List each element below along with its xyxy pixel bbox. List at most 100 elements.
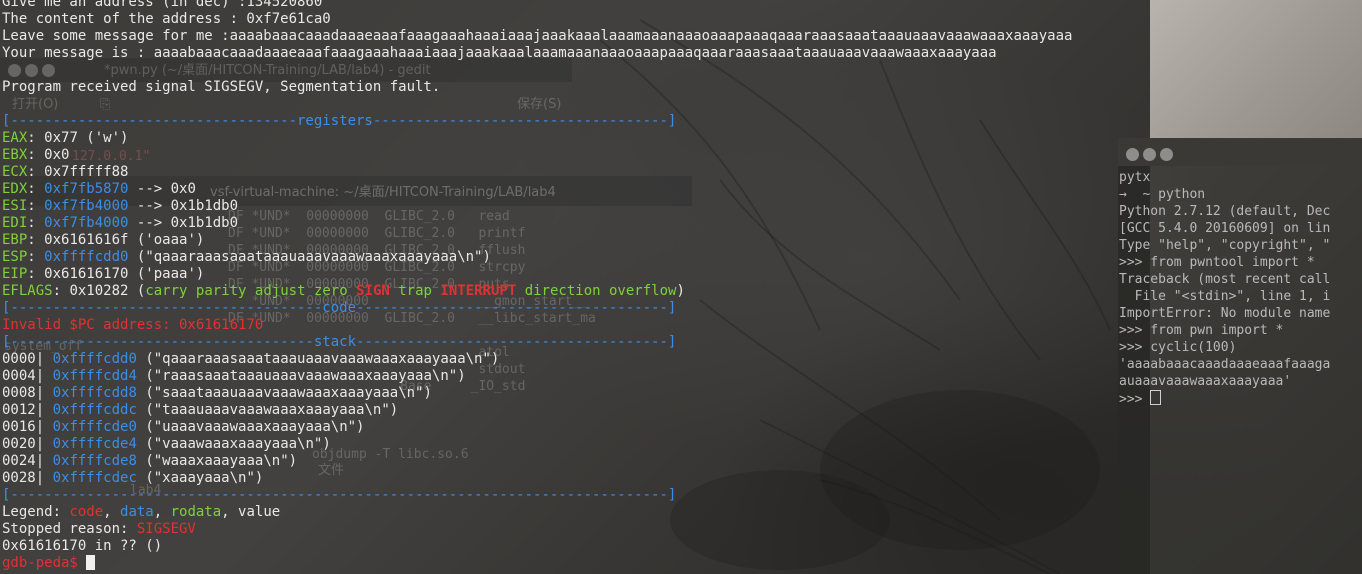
register-ecx: ECX: 0x7fffff88 — [2, 164, 129, 180]
stack-address: 0xffffcdd8 — [52, 385, 137, 401]
stack-value: ("qaaaraaasaaataaauaaavaaawaaaxaaayaaa\n… — [145, 351, 500, 367]
register-name: EBP — [2, 232, 28, 248]
gedit-save-button[interactable]: 保存(S) — [517, 96, 561, 113]
text-cursor[interactable] — [86, 555, 96, 570]
python-line: [GCC 5.4.0 20160609] on lin — [1119, 221, 1331, 236]
register-name: EIP — [2, 266, 28, 282]
text-cursor[interactable] — [1150, 390, 1162, 405]
python-line: >>> from pwn import * — [1119, 323, 1284, 338]
python-line: Type "help", "copyright", " — [1119, 238, 1331, 253]
stack-row: 0016| 0xffffcde0 ("uaaavaaawaaaxaaayaaa\… — [2, 419, 364, 436]
minimize-icon[interactable] — [25, 64, 38, 77]
vsf-row: DF *UND* 00000000 GLIBC_2.0 printf — [228, 226, 526, 241]
close-icon[interactable] — [8, 64, 21, 77]
stack-row: 0024| 0xffffcde8 ("waaaxaaayaaa\n") — [2, 453, 297, 470]
stack-offset: 0028| — [2, 470, 45, 486]
flag-carry: carry — [145, 283, 188, 299]
output-address-content: The content of the address : 0xf7e61ca0 — [2, 11, 331, 27]
register-edx: EDX: 0xf7fb5870 --> 0x0 — [2, 181, 196, 197]
register-name: EAX — [2, 130, 28, 146]
stack-offset: 0012| — [2, 402, 45, 418]
register-eax: EAX: 0x77 ('w') — [2, 130, 129, 146]
stack-address: 0xffffcde4 — [52, 436, 137, 452]
register-pointer: 0xf7fb4000 — [44, 198, 129, 214]
stack-row: 0008| 0xffffcdd8 ("saaataaauaaavaaawaaax… — [2, 385, 432, 402]
stack-offset: 0004| — [2, 368, 45, 384]
stack-address: 0xffffcdd0 — [52, 351, 137, 367]
register-value: 0x61616170 ('paaa') — [44, 266, 205, 282]
register-esp: ESP: 0xffffcdd0 ("qaaaraaasaaataaauaaava… — [2, 249, 491, 265]
legend-separator: , — [103, 504, 121, 520]
gdb-prompt: gdb-peda$ — [2, 555, 87, 571]
stack-address: 0xffffcddc — [52, 402, 137, 418]
maximize-icon[interactable] — [1160, 148, 1173, 161]
gedit-open-button[interactable]: 打开(O) — [12, 96, 58, 113]
stack-row: 0012| 0xffffcddc ("taaauaaavaaawaaaxaaay… — [2, 402, 398, 419]
python-prompt-line[interactable]: >>> — [1119, 390, 1162, 408]
stack-address: 0xffffcde8 — [52, 453, 137, 469]
legend-separator: , — [153, 504, 171, 520]
minimize-icon[interactable] — [1143, 148, 1156, 161]
register-value: --> 0x1b1db0 — [136, 198, 239, 214]
python-line: auaaavaaawaaaxaaayaaa' — [1119, 374, 1292, 389]
python-line: 'aaaabaaacaaadaaaeaaafaaaga — [1119, 357, 1331, 372]
stack-value: ("xaaayaaa\n") — [145, 470, 264, 486]
stack-row: 0020| 0xffffcde4 ("vaaawaaaxaaayaaa\n") — [2, 436, 331, 453]
python-line: >>> from pwntool import * — [1119, 255, 1315, 270]
register-ebx: EBX: 0x0 — [2, 147, 70, 163]
flag-trap: trap — [398, 283, 432, 299]
register-name: EFLAGS — [2, 283, 53, 299]
stack-address: 0xffffcde0 — [52, 419, 137, 435]
register-name: ESI — [2, 198, 28, 214]
gedit-new-tab-icon[interactable]: ⎘ — [100, 96, 110, 113]
flag-direction: direction — [524, 283, 601, 299]
output-signal: Program received signal SIGSEGV, Segment… — [2, 79, 441, 95]
python-line: File "<stdin>", line 1, i — [1119, 289, 1331, 304]
python-line: >>> cyclic(100) — [1119, 340, 1237, 355]
stack-row: 0028| 0xffffcdec ("xaaayaaa\n") — [2, 470, 263, 487]
close-icon[interactable] — [1126, 148, 1139, 161]
stack-offset: 0016| — [2, 419, 45, 435]
flag-overflow: overflow — [609, 283, 677, 299]
stack-offset: 0000| — [2, 351, 45, 367]
stopped-reason-line: Stopped reason: SIGSEGV — [2, 521, 196, 538]
python-line: → ~ python — [1119, 187, 1206, 202]
current-location: 0x61616170 in ?? () — [2, 538, 163, 554]
python-window-controls — [1126, 146, 1177, 165]
flag-parity: parity — [195, 283, 247, 299]
vsf-terminal-title: vsf-virtual-machine: ~/桌面/HITCON-Trainin… — [210, 185, 556, 200]
register-pointer: 0xf7fb4000 — [44, 215, 129, 231]
legend-line: Legend: code, data, rodata, value — [2, 504, 280, 521]
gdb-terminal-window[interactable]: *pwn.py (~/桌面/HITCON-Training/LAB/lab4) … — [0, 0, 1150, 574]
register-pointer: 0xffffcdd0 — [44, 249, 129, 265]
register-name: ESP — [2, 249, 28, 265]
register-name: EDI — [2, 215, 28, 231]
register-pointer: 0xf7fb5870 — [44, 181, 129, 197]
python-prompt: >>> — [1119, 392, 1151, 407]
maximize-icon[interactable] — [42, 64, 55, 77]
stack-offset: 0024| — [2, 453, 45, 469]
stack-address: 0xffffcdec — [52, 470, 137, 486]
gedit-title: *pwn.py (~/桌面/HITCON-Training/LAB/lab4) … — [104, 63, 431, 78]
gdb-prompt-line[interactable]: gdb-peda$ — [2, 555, 96, 572]
stack-address: 0xffffcdd4 — [52, 368, 137, 384]
flag-interrupt: INTERRUPT — [440, 283, 517, 299]
register-name: EDX — [2, 181, 28, 197]
stack-row: 0004| 0xffffcdd4 ("raaasaaataaauaaavaaaw… — [2, 368, 466, 385]
register-value: 0x0 — [44, 147, 70, 163]
register-eip: EIP: 0x61616170 ('paaa') — [2, 266, 205, 282]
gedit-code-fragment: 127.0.0.1" — [72, 149, 151, 164]
register-value: 0x77 ('w') — [44, 130, 129, 146]
register-ebp: EBP: 0x6161616f ('oaaa') — [2, 232, 205, 248]
output-address-prompt: Give me an address (in dec) :134520860 — [2, 0, 323, 10]
flag-adjust: adjust — [254, 283, 306, 299]
legend-value: value — [238, 504, 281, 520]
register-value: 0x6161616f ('oaaa') — [44, 232, 205, 248]
register-name: ECX — [2, 164, 28, 180]
vsf-row: DF *UND* 00000000 GLIBC_2.0 read — [228, 209, 510, 224]
vsf-file-label: 文件 — [318, 463, 345, 478]
stack-value: ("uaaavaaawaaaxaaayaaa\n") — [145, 419, 365, 435]
python-terminal-window[interactable]: pytx → ~ python Python 2.7.12 (default, … — [1118, 138, 1362, 574]
register-name: EBX — [2, 147, 28, 163]
register-value: 0x7fffff88 — [44, 164, 129, 180]
